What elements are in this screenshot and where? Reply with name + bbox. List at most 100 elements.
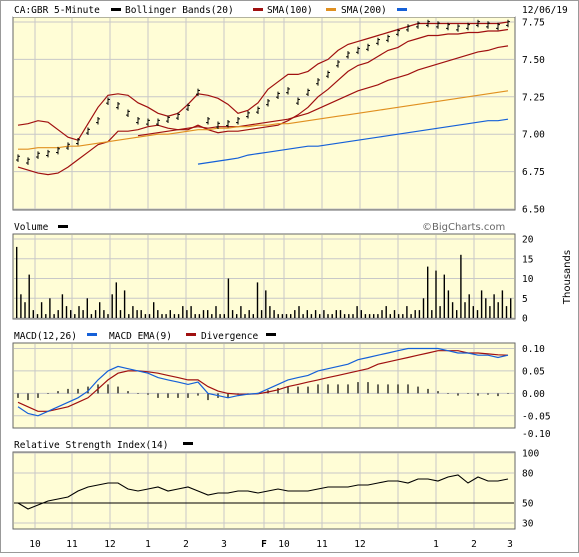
- volume-bar: [49, 298, 51, 319]
- divergence-bar: [457, 393, 459, 396]
- divergence-bar: [107, 384, 109, 394]
- price-y-tick-label: 6.75: [522, 167, 545, 178]
- rsi-y-tick-label: 100: [522, 449, 539, 460]
- volume-y-tick-label: 0: [522, 314, 528, 325]
- divergence-bar: [127, 391, 129, 394]
- volume-bar: [368, 314, 371, 318]
- legend-swatch-macd-ema: [186, 333, 196, 336]
- volume-bar: [385, 306, 387, 318]
- volume-bar: [464, 302, 466, 318]
- volume-bar: [256, 282, 259, 318]
- volume-bar: [40, 302, 43, 318]
- volume-bar: [252, 314, 254, 318]
- divergence-bar: [447, 393, 449, 394]
- chart-svg: 7.75 7.50 7.25 7.00 6.75 6.50 CA:GBR 5-Minute…: [0, 0, 579, 553]
- volume-bar: [123, 290, 126, 318]
- volume-bar: [140, 310, 142, 318]
- volume-bar: [169, 310, 171, 318]
- volume-bar: [373, 314, 375, 318]
- volume-bar: [148, 314, 151, 318]
- divergence-bar: [467, 393, 469, 394]
- volume-bar: [377, 314, 379, 318]
- volume-bar: [165, 314, 167, 318]
- volume-bar: [431, 310, 433, 318]
- volume-bar: [107, 314, 109, 318]
- divergence-bar: [77, 388, 79, 394]
- volume-bar: [177, 314, 180, 318]
- volume-bar: [53, 314, 55, 318]
- divergence-bar: [387, 384, 389, 394]
- volume-bar: [439, 306, 441, 318]
- divergence-bar: [357, 382, 359, 394]
- divergence-bar: [287, 386, 289, 394]
- volume-bar: [144, 314, 147, 318]
- volume-bar: [343, 314, 346, 318]
- volume-bar: [153, 302, 155, 318]
- volume-bar: [215, 306, 217, 318]
- volume-y-tick-label: 5: [522, 294, 528, 305]
- volume-bar: [456, 310, 458, 318]
- volume-bar: [327, 314, 329, 318]
- x-axis-label: 1: [145, 539, 151, 550]
- divergence-bar: [157, 393, 159, 398]
- volume-bar: [103, 310, 105, 318]
- legend-label-bollinger: Bollinger Bands(20): [125, 5, 234, 16]
- volume-bar: [78, 306, 80, 318]
- volume-bar: [435, 270, 437, 318]
- volume-bar: [339, 310, 342, 318]
- volume-bar: [460, 254, 462, 318]
- divergence-bar: [497, 393, 499, 397]
- volume-bar: [74, 314, 76, 318]
- volume-bar: [501, 290, 504, 318]
- divergence-bar: [317, 384, 319, 394]
- volume-bar: [285, 314, 288, 318]
- volume-bar: [227, 278, 230, 318]
- volume-bar: [223, 314, 225, 318]
- volume-bar: [281, 314, 284, 318]
- volume-y-axis-label: Thousands: [562, 250, 573, 305]
- divergence-bar: [57, 391, 59, 394]
- watermark: ©BigCharts.com: [422, 222, 505, 233]
- divergence-bar: [477, 393, 479, 396]
- volume-bar: [406, 306, 408, 318]
- volume-bar: [323, 310, 325, 318]
- volume-bar: [306, 310, 308, 318]
- price-y-tick-label: 7.00: [522, 130, 545, 141]
- volume-bar: [480, 290, 483, 318]
- volume-bar: [231, 310, 234, 318]
- rsi-y-tick-label: 80: [522, 469, 534, 480]
- legend-swatch-sma200: [326, 8, 336, 11]
- volume-bar: [219, 314, 221, 318]
- legend-swatch-macd: [87, 333, 97, 336]
- divergence-bar: [417, 386, 419, 394]
- volume-bar: [244, 314, 246, 318]
- volume-bar: [505, 306, 508, 318]
- volume-bar: [115, 282, 117, 318]
- legend-swatch-blue: [397, 8, 407, 11]
- volume-y-tick-label: 10: [522, 274, 534, 285]
- divergence-bar: [167, 393, 169, 398]
- x-axis-label: 12: [354, 539, 365, 550]
- legend-swatch-volume: [58, 225, 68, 228]
- divergence-bar: [487, 393, 489, 395]
- divergence-bar: [27, 393, 29, 401]
- divergence-bar: [67, 388, 69, 394]
- macd-y-tick-label: 0.05: [522, 366, 545, 377]
- volume-bar: [314, 310, 317, 318]
- macd-ema-legend-label: MACD EMA(9): [109, 331, 172, 342]
- divergence-bar: [507, 393, 509, 394]
- divergence-bar: [377, 384, 379, 394]
- volume-bar: [24, 302, 26, 318]
- volume-bar: [389, 314, 391, 318]
- volume-bar: [294, 310, 296, 318]
- volume-bar: [86, 298, 88, 319]
- macd-y-tick-label: 0.00: [522, 389, 545, 400]
- legend-swatch-bollinger: [111, 8, 121, 11]
- volume-bar: [360, 310, 362, 318]
- macd-y-tick-label: -0.10: [522, 429, 551, 440]
- volume-bar: [422, 298, 425, 319]
- volume-y-tick-label: 20: [522, 235, 534, 246]
- rsi-y-tick-label: 50: [522, 499, 534, 510]
- price-y-tick-label: 7.25: [522, 92, 545, 103]
- volume-bar: [28, 274, 30, 318]
